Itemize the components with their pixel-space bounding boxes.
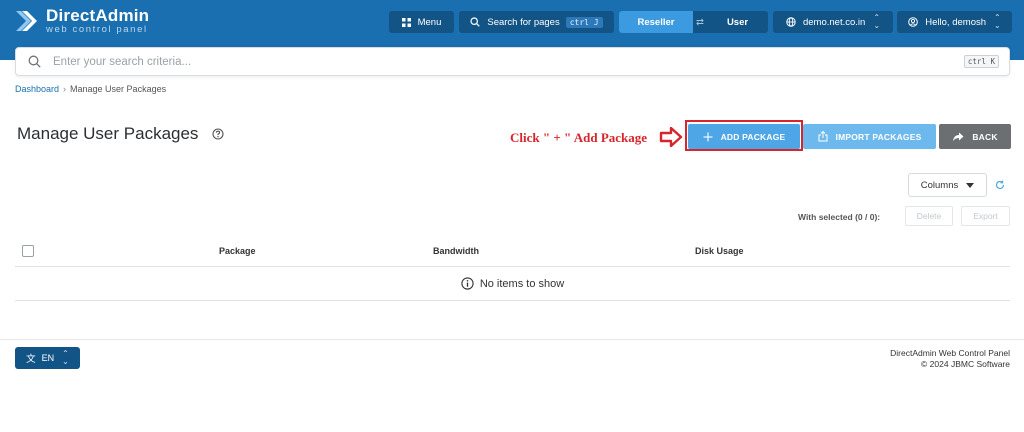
swap-icon: ⇄ xyxy=(696,16,704,28)
role-user[interactable]: User xyxy=(707,11,768,33)
refresh-icon[interactable] xyxy=(995,180,1005,190)
breadcrumb-separator: › xyxy=(63,84,67,94)
breadcrumb-dashboard[interactable]: Dashboard xyxy=(15,84,59,94)
help-icon[interactable] xyxy=(212,128,224,140)
search-shortcut-hint: ctrl K xyxy=(963,55,999,68)
back-label: BACK xyxy=(972,131,998,142)
domain-label: demo.net.co.in xyxy=(802,16,866,28)
breadcrumb: Dashboard › Manage User Packages xyxy=(15,84,166,94)
search-pages-label: Search for pages xyxy=(487,16,560,28)
footer-copyright: © 2024 JBMC Software xyxy=(921,359,1010,369)
import-packages-label: IMPORT PACKAGES xyxy=(835,131,922,142)
search-icon xyxy=(28,55,41,68)
column-header-bandwidth[interactable]: Bandwidth xyxy=(433,246,479,256)
logo-subtitle: web control panel xyxy=(46,24,148,35)
add-package-label: ADD PACKAGE xyxy=(720,131,786,142)
plus-icon xyxy=(703,132,713,141)
logo[interactable]: DirectAdmin web control panel xyxy=(14,7,149,35)
chevron-updown-icon: ⌃ ⌄ xyxy=(994,13,1001,30)
global-search-input[interactable] xyxy=(53,55,933,68)
info-icon xyxy=(461,277,474,290)
column-header-package[interactable]: Package xyxy=(219,246,256,256)
user-menu-button[interactable]: Hello, demosh ⌃ ⌄ xyxy=(897,11,1012,33)
translate-icon: 文 xyxy=(26,354,36,365)
domain-selector[interactable]: demo.net.co.in ⌃ ⌄ xyxy=(773,11,893,33)
user-greeting: Hello, demosh xyxy=(925,16,987,28)
search-pages-button[interactable]: Search for pages ctrl J xyxy=(459,11,614,33)
delete-button[interactable]: Delete xyxy=(905,206,953,226)
logo-icon xyxy=(14,9,38,33)
export-button[interactable]: Export xyxy=(961,206,1010,226)
logo-title: DirectAdmin xyxy=(46,6,150,25)
columns-label: Columns xyxy=(920,179,959,191)
arrow-right-icon xyxy=(659,127,683,147)
empty-message-text: No items to show xyxy=(479,277,565,290)
search-icon xyxy=(470,17,481,27)
menu-button[interactable]: Menu xyxy=(389,11,454,33)
footer-product: DirectAdmin Web Control Panel xyxy=(890,348,1010,358)
grid-icon xyxy=(401,17,411,27)
page-title: Manage User Packages xyxy=(17,124,199,143)
instruction-annotation: Click " + " Add Package xyxy=(510,130,648,145)
selection-count-label: With selected (0 / 0): xyxy=(798,212,881,222)
role-reseller[interactable]: Reseller xyxy=(619,11,693,33)
global-search-bar: ctrl K xyxy=(15,47,1010,76)
footer-divider xyxy=(0,339,1024,340)
role-toggle[interactable]: Reseller ⇄ User xyxy=(619,11,768,33)
footer-info: DirectAdmin Web Control Panel © 2024 JBM… xyxy=(890,348,1010,370)
user-icon xyxy=(908,17,919,27)
back-arrow-icon xyxy=(953,132,964,141)
empty-table-message: No items to show xyxy=(15,267,1010,301)
caret-down-icon xyxy=(966,182,975,188)
column-header-disk-usage[interactable]: Disk Usage xyxy=(695,246,744,256)
breadcrumb-current: Manage User Packages xyxy=(70,84,167,94)
search-shortcut: ctrl J xyxy=(565,16,603,28)
language-selector[interactable]: 文 EN ⌃ ⌄ xyxy=(15,347,80,369)
columns-dropdown[interactable]: Columns xyxy=(908,173,987,197)
language-label: EN xyxy=(41,353,55,363)
back-button[interactable]: BACK xyxy=(939,124,1011,149)
import-packages-button[interactable]: IMPORT PACKAGES xyxy=(803,124,936,149)
select-all-checkbox[interactable] xyxy=(22,245,34,257)
chevron-updown-icon: ⌃ ⌄ xyxy=(873,13,881,30)
import-icon xyxy=(818,131,828,142)
globe-icon xyxy=(786,17,796,27)
table-header: Package Bandwidth Disk Usage xyxy=(15,236,1010,267)
menu-label: Menu xyxy=(417,16,442,28)
add-package-button[interactable]: ADD PACKAGE xyxy=(688,124,800,149)
chevron-updown-icon: ⌃ ⌄ xyxy=(62,349,69,366)
